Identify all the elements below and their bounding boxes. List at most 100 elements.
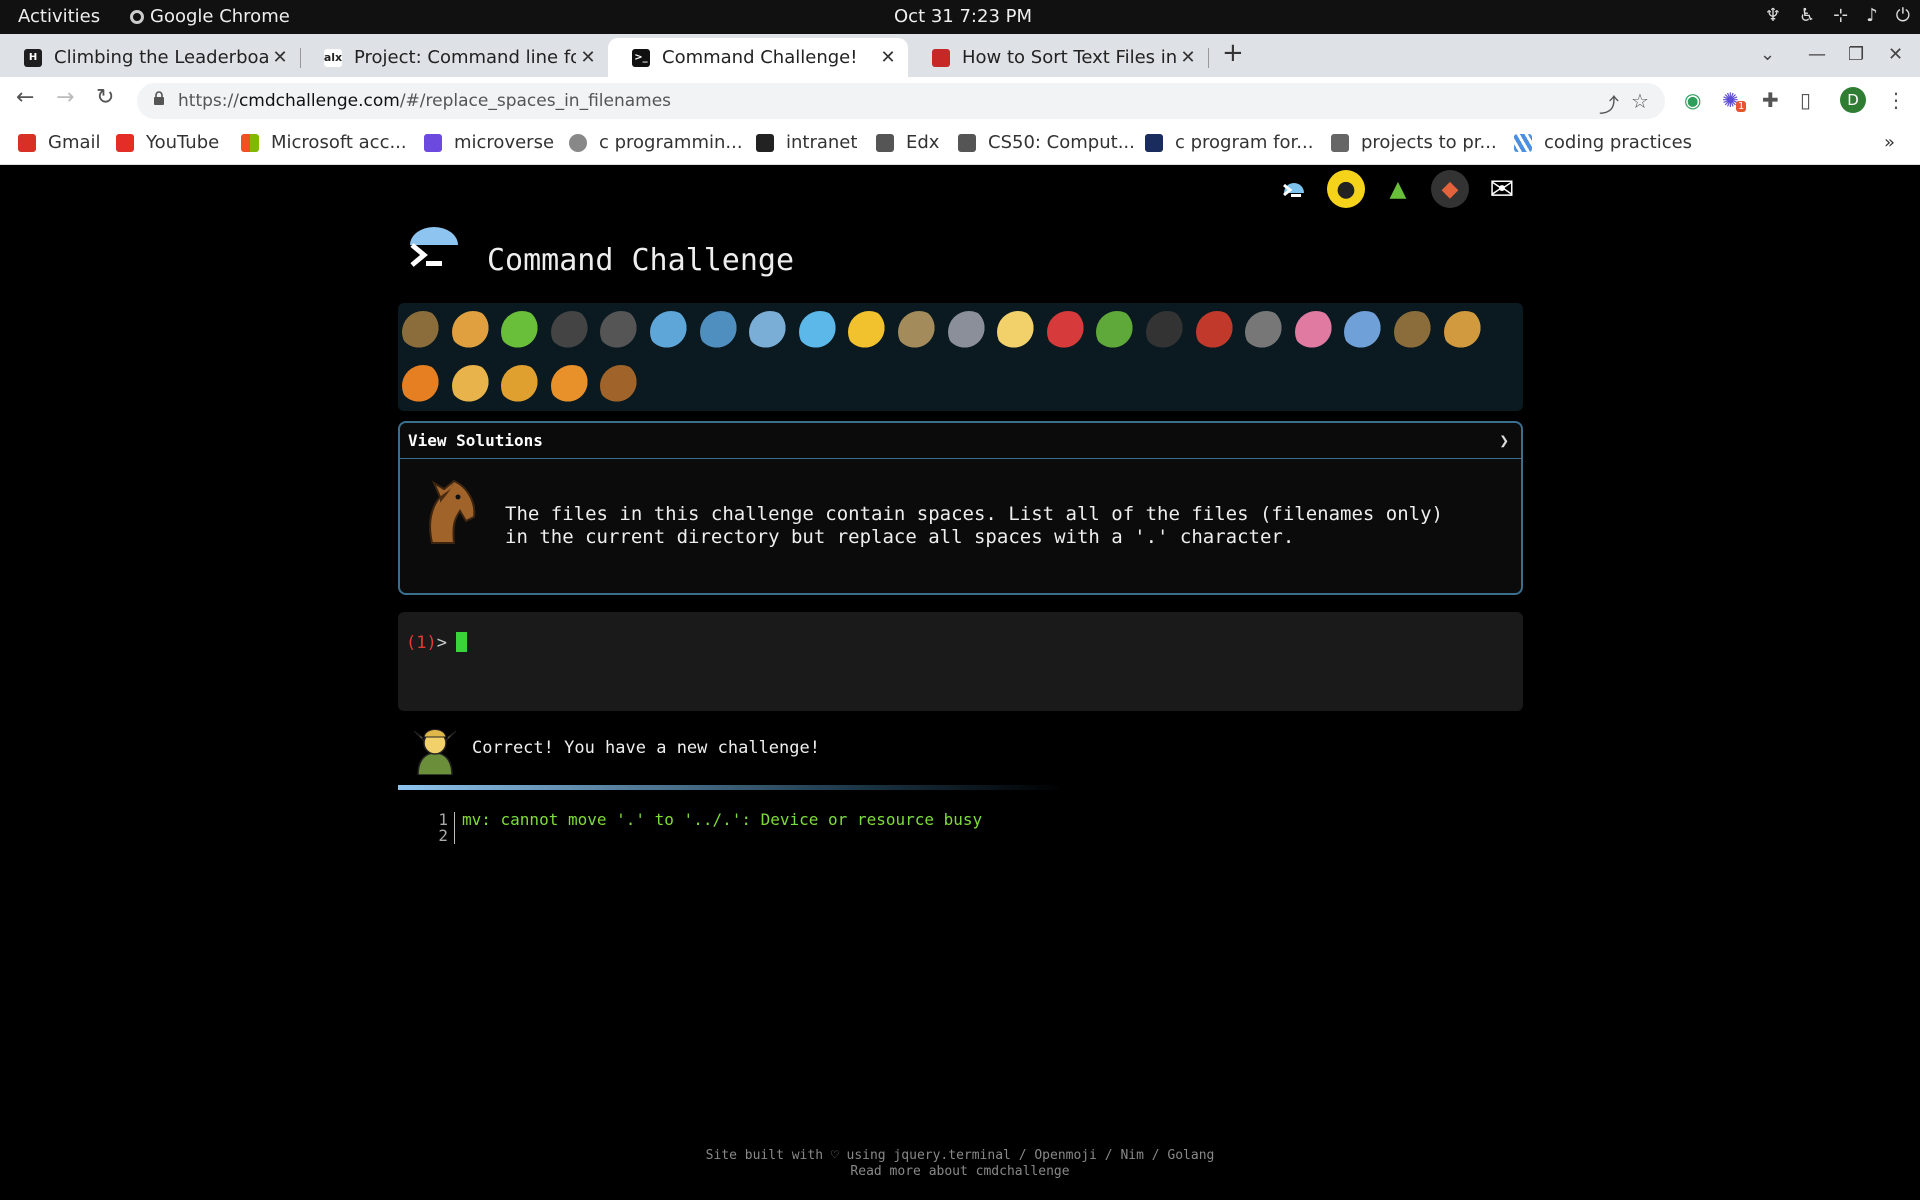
side-panel-icon[interactable]: ▯ xyxy=(1800,88,1811,112)
mail-icon[interactable]: ✉ xyxy=(1483,170,1521,208)
tab-command-challenge[interactable]: >_ Command Challenge! ✕ xyxy=(608,38,908,77)
cricket-icon[interactable] xyxy=(1096,311,1139,353)
dolphin-icon[interactable] xyxy=(749,311,792,353)
chrome-icon xyxy=(130,9,144,24)
tree-icon[interactable]: ▲ xyxy=(1379,170,1417,208)
blowfish-icon[interactable] xyxy=(898,311,940,353)
bookmark-c-program-for[interactable]: c program for... xyxy=(1145,132,1313,153)
grammarly-icon[interactable]: ◉ xyxy=(1684,88,1701,112)
snail-icon[interactable] xyxy=(402,311,444,353)
bookmark-coding-practices[interactable]: coding practices xyxy=(1514,132,1692,153)
more-bookmarks-chevron-icon[interactable]: » xyxy=(1884,132,1895,153)
terminal-logo-icon[interactable] xyxy=(1275,170,1313,208)
output-line: 2 xyxy=(430,828,982,844)
bookmark-c-programming[interactable]: c programmin... xyxy=(569,132,743,153)
bookmark-microverse[interactable]: microverse xyxy=(424,132,554,153)
wolf-icon[interactable] xyxy=(947,311,990,353)
alx-icon: alx xyxy=(324,48,342,67)
app-menu[interactable]: Google Chrome xyxy=(130,6,290,27)
puzzle-extensions-icon[interactable]: ✚ xyxy=(1762,88,1779,112)
forward-arrow-icon[interactable]: → xyxy=(56,85,74,110)
lock-icon[interactable] xyxy=(153,91,165,105)
fox-icon[interactable] xyxy=(402,365,444,407)
globe-icon xyxy=(569,133,587,152)
share-icon[interactable]: ⤴ xyxy=(1599,89,1619,118)
tab-search-chevron-icon[interactable]: ⌄ xyxy=(1760,44,1775,65)
accessibility-icon[interactable]: ♿ xyxy=(1799,5,1815,26)
whale-icon[interactable] xyxy=(650,311,692,353)
address-bar[interactable]: https://cmdchallenge.com/#/replace_space… xyxy=(137,83,1665,119)
tropical-fish-icon[interactable] xyxy=(848,311,891,353)
tab-climbing-leaderboard[interactable]: H Climbing the Leaderboard ✕ xyxy=(0,38,301,77)
minimize-icon[interactable]: — xyxy=(1808,44,1826,65)
restore-icon[interactable]: ❐ xyxy=(1848,44,1864,65)
bee-icon[interactable] xyxy=(997,311,1040,353)
challenge-progress-animals xyxy=(398,303,1523,411)
monkey-icon[interactable] xyxy=(1394,311,1436,353)
butterfly-icon[interactable] xyxy=(451,311,494,353)
system-tray[interactable]: ♆ ♿ ⊹ ♪ ⏻ xyxy=(1765,5,1910,26)
volume-icon[interactable]: ♪ xyxy=(1866,5,1878,26)
terminal-icon: >_ xyxy=(632,48,650,67)
reload-icon[interactable]: ↻ xyxy=(96,85,114,110)
horse-icon[interactable] xyxy=(600,365,643,407)
spider-icon[interactable] xyxy=(1146,311,1188,353)
worm-icon[interactable] xyxy=(1294,311,1337,353)
app-name: Google Chrome xyxy=(150,6,290,27)
gitlab-icon[interactable]: ◆ xyxy=(1431,170,1469,208)
fly-icon[interactable] xyxy=(1245,311,1288,353)
power-icon[interactable]: ⏻ xyxy=(1896,5,1910,26)
bookmark-cs50[interactable]: CS50: Comput... xyxy=(958,132,1135,153)
shushing-face-icon[interactable]: ● xyxy=(1327,170,1365,208)
spider-web-icon[interactable] xyxy=(600,311,643,353)
tab-project-command-line[interactable]: alx Project: Command line for ✕ xyxy=(300,38,608,77)
back-arrow-icon[interactable]: ← xyxy=(16,85,34,110)
footer-read-more-link[interactable]: Read more about cmdchallenge xyxy=(0,1164,1920,1180)
dog-icon[interactable] xyxy=(1443,311,1486,353)
cat-icon[interactable] xyxy=(451,365,494,407)
caterpillar-icon[interactable] xyxy=(501,311,544,353)
bookmark-intranet[interactable]: intranet xyxy=(756,132,857,153)
ladybug-icon[interactable] xyxy=(1046,311,1089,353)
close-icon[interactable]: ✕ xyxy=(1176,47,1200,68)
chrome-menu-icon[interactable]: ⋮ xyxy=(1886,88,1906,112)
edx-icon xyxy=(876,133,894,152)
output-text: mv: cannot move '.' to '../.': Device or… xyxy=(462,810,983,829)
bookmark-star-icon[interactable]: ☆ xyxy=(1631,89,1649,113)
new-tab-plus-icon[interactable]: + xyxy=(1222,38,1244,68)
tab-sort-text-files[interactable]: How to Sort Text Files in L ✕ xyxy=(908,38,1209,77)
gutter-line xyxy=(454,828,455,844)
tiger-icon[interactable] xyxy=(550,365,593,407)
view-solutions-toggle[interactable]: View Solutions ❯ xyxy=(400,423,1521,459)
shark-icon[interactable] xyxy=(699,311,742,353)
ant-icon[interactable] xyxy=(550,311,593,353)
bookmark-microsoft[interactable]: Microsoft acc... xyxy=(241,132,407,153)
tab-title: Project: Command line for xyxy=(354,47,576,68)
activities-button[interactable]: Activities xyxy=(18,6,100,27)
close-icon[interactable]: ✕ xyxy=(876,47,900,68)
close-icon[interactable]: ✕ xyxy=(268,47,292,68)
challenge-line: in the current directory but replace all… xyxy=(505,526,1295,548)
bookmark-gmail[interactable]: Gmail xyxy=(18,132,101,153)
chevron-right-icon[interactable]: ❯ xyxy=(1499,431,1509,450)
terminal-cursor xyxy=(456,632,467,652)
network-icon[interactable]: ⊹ xyxy=(1833,5,1848,26)
microbe-icon[interactable] xyxy=(1344,311,1387,353)
window-close-icon[interactable]: ✕ xyxy=(1888,44,1903,65)
profile-avatar[interactable]: D xyxy=(1840,87,1866,113)
bookmark-edx[interactable]: Edx xyxy=(876,132,939,153)
terminal-input[interactable]: (1)> xyxy=(398,612,1523,711)
challenge-panel: View Solutions ❯ The files in this chall… xyxy=(398,421,1523,595)
microverse-icon xyxy=(424,133,442,152)
extension-tray-icon[interactable]: ♆ xyxy=(1765,5,1781,26)
close-icon[interactable]: ✕ xyxy=(576,47,600,68)
system-top-bar: Activities Google Chrome Oct 31 7:23 PM … xyxy=(0,0,1920,34)
fish-icon[interactable] xyxy=(798,311,841,353)
bookmark-projects-folder[interactable]: projects to pr... xyxy=(1331,132,1497,153)
command-output: 1 mv: cannot move '.' to '../.': Device … xyxy=(430,812,982,844)
horse-icon xyxy=(429,479,476,544)
clock[interactable]: Oct 31 7:23 PM xyxy=(894,6,1032,27)
lion-icon[interactable] xyxy=(501,365,544,407)
scorpion-icon[interactable] xyxy=(1195,311,1238,353)
bookmark-youtube[interactable]: YouTube xyxy=(116,132,219,153)
